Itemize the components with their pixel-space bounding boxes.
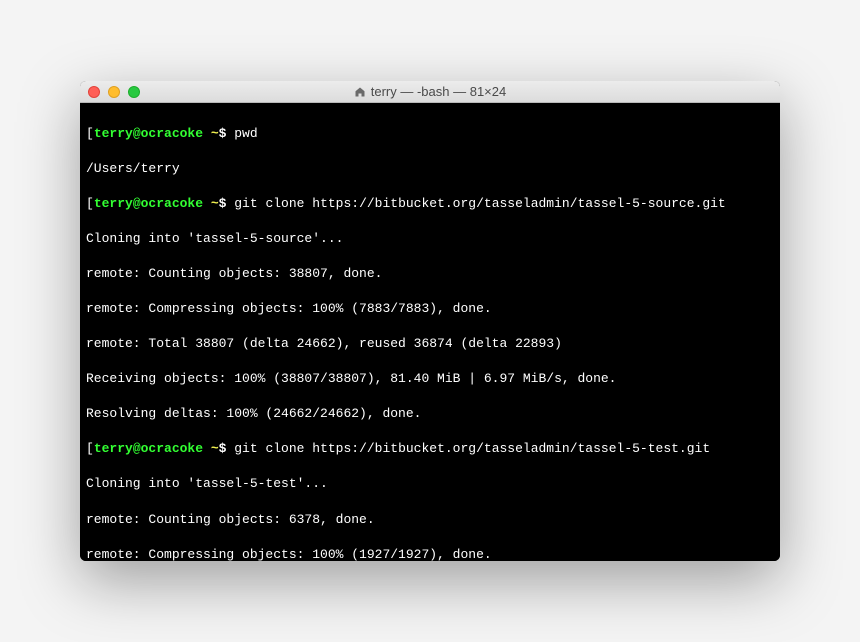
command-text: git clone https://bitbucket.org/tasselad… [234,196,725,211]
window-title: terry — -bash — 81×24 [371,84,506,99]
command-text: git clone https://bitbucket.org/tasselad… [234,441,710,456]
prompt-dollar: $ [219,126,235,141]
prompt-path: ~ [203,196,219,211]
terminal-line: remote: Counting objects: 38807, done. [86,265,774,283]
prompt-user: terry@ocracoke [94,126,203,141]
zoom-button[interactable] [128,86,140,98]
terminal-line: Cloning into 'tassel-5-source'... [86,230,774,248]
terminal-window: terry — -bash — 81×24 [terry@ocracoke ~$… [80,81,780,561]
terminal-line: remote: Compressing objects: 100% (7883/… [86,300,774,318]
prompt-path: ~ [203,441,219,456]
close-button[interactable] [88,86,100,98]
command-text: pwd [234,126,257,141]
titlebar[interactable]: terry — -bash — 81×24 [80,81,780,103]
prompt-dollar: $ [219,441,235,456]
terminal-line: remote: Counting objects: 6378, done. [86,511,774,529]
prompt-user: terry@ocracoke [94,441,203,456]
terminal-line: [terry@ocracoke ~$ git clone https://bit… [86,440,774,458]
prompt-path: ~ [203,126,219,141]
terminal-line: [terry@ocracoke ~$ pwd [86,125,774,143]
prompt-user: terry@ocracoke [94,196,203,211]
prompt-dollar: $ [219,196,235,211]
home-icon [354,86,366,98]
window-title-container: terry — -bash — 81×24 [80,84,780,99]
terminal-line: /Users/terry [86,160,774,178]
terminal-body[interactable]: [terry@ocracoke ~$ pwd /Users/terry [ter… [80,103,780,561]
minimize-button[interactable] [108,86,120,98]
terminal-line: [terry@ocracoke ~$ git clone https://bit… [86,195,774,213]
terminal-line: remote: Compressing objects: 100% (1927/… [86,546,774,561]
terminal-line: remote: Total 38807 (delta 24662), reuse… [86,335,774,353]
terminal-line: Resolving deltas: 100% (24662/24662), do… [86,405,774,423]
terminal-line: Receiving objects: 100% (38807/38807), 8… [86,370,774,388]
terminal-line: Cloning into 'tassel-5-test'... [86,475,774,493]
traffic-lights [80,86,140,98]
